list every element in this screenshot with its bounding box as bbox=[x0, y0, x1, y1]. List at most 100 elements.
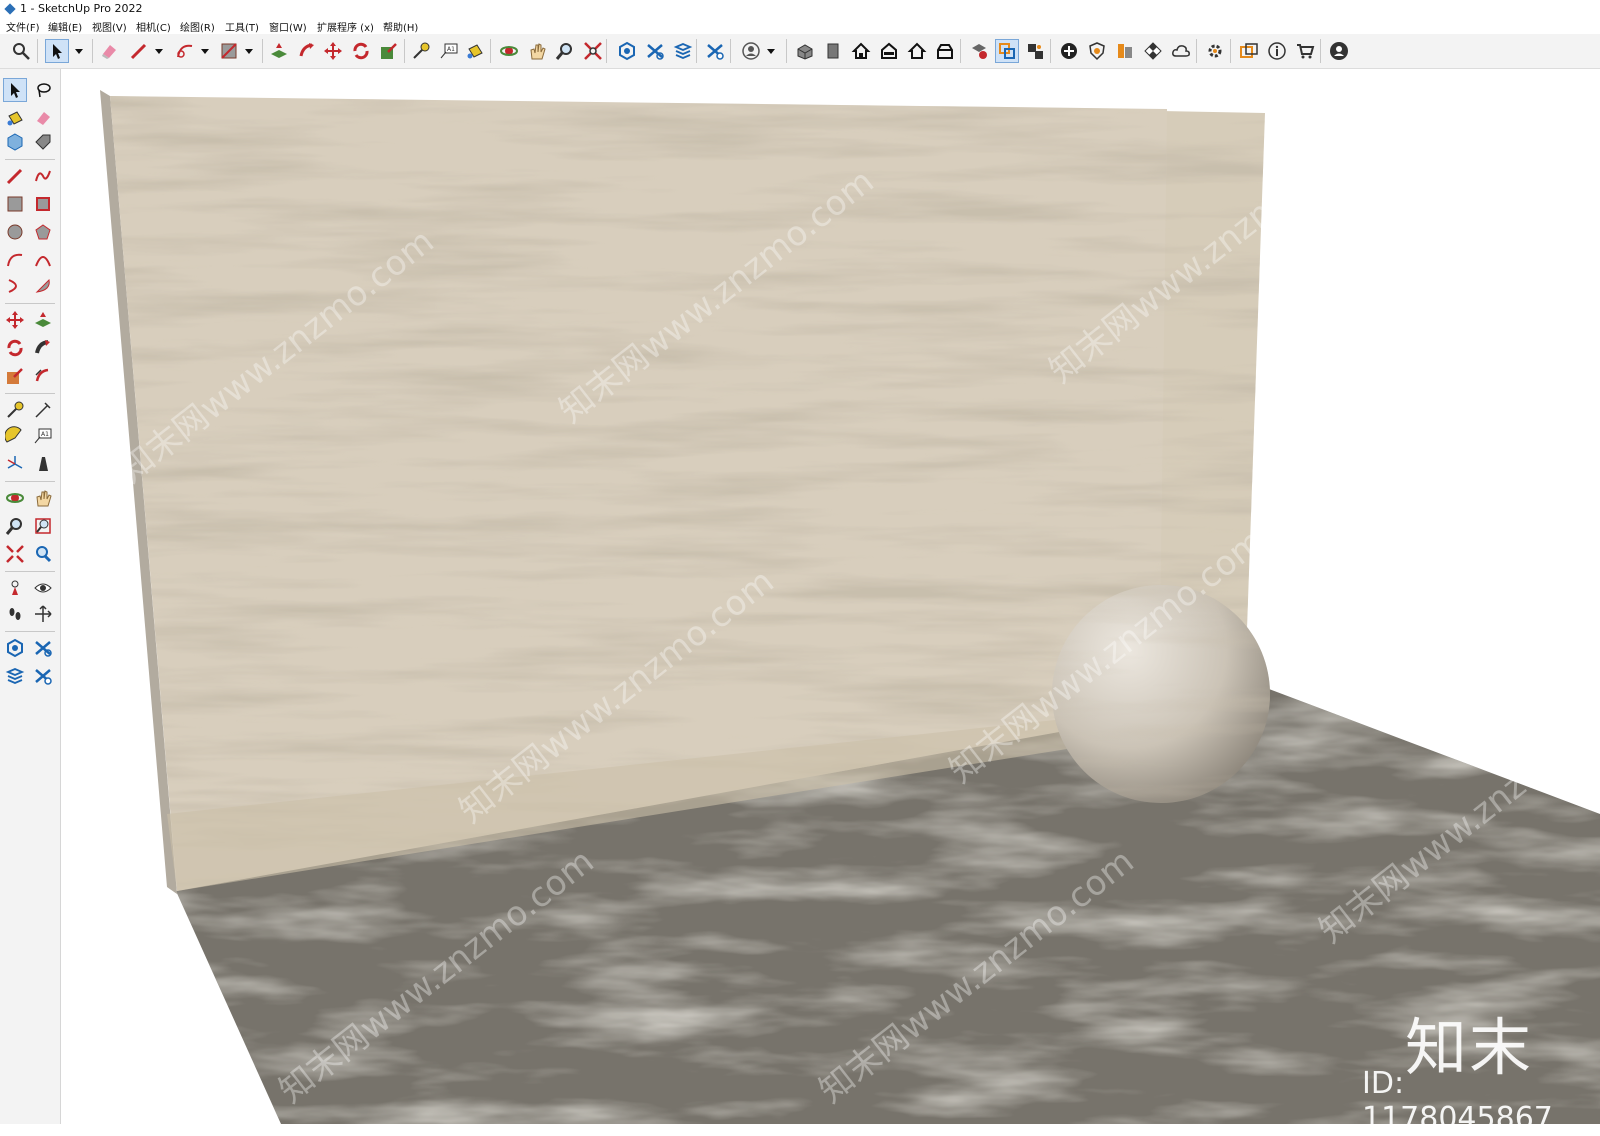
axes-icon[interactable] bbox=[4, 453, 26, 475]
model-viewport[interactable]: 知末网www.znzmo.com 知末网www.znzmo.com 知末网www… bbox=[61, 69, 1600, 1124]
pan-hand-icon[interactable] bbox=[32, 487, 54, 509]
arc-icon[interactable] bbox=[174, 40, 196, 62]
left-toolbar: A1 bbox=[0, 69, 61, 1124]
cloud-upload-icon[interactable] bbox=[1170, 40, 1192, 62]
profile-avatar-icon[interactable] bbox=[1328, 40, 1350, 62]
3d-text-icon[interactable] bbox=[32, 453, 54, 475]
lasso-select-icon[interactable] bbox=[32, 79, 54, 101]
text-tool-icon[interactable]: A1 bbox=[32, 425, 54, 447]
extension-warehouse-icon[interactable] bbox=[32, 637, 54, 659]
pencil-line-icon[interactable] bbox=[128, 40, 150, 62]
menu-window[interactable]: 窗口(W) bbox=[269, 19, 307, 34]
extension-manager-icon[interactable] bbox=[32, 665, 54, 687]
freehand-icon[interactable] bbox=[32, 165, 54, 187]
section-plane-icon[interactable] bbox=[32, 603, 54, 625]
right-view-icon[interactable] bbox=[878, 40, 900, 62]
tape-measure-icon[interactable] bbox=[4, 399, 26, 421]
eraser-icon[interactable] bbox=[98, 40, 120, 62]
add-plus-icon[interactable] bbox=[1058, 40, 1080, 62]
rotated-rectangle-icon[interactable] bbox=[32, 193, 54, 215]
info-icon[interactable] bbox=[1266, 40, 1288, 62]
pan-hand-icon[interactable] bbox=[526, 40, 548, 62]
section-plane-icon[interactable] bbox=[995, 39, 1019, 63]
offset-icon[interactable] bbox=[32, 365, 54, 387]
line-tool-icon[interactable] bbox=[4, 165, 26, 187]
zoom-extents-icon[interactable] bbox=[582, 40, 604, 62]
select-dropdown-chevron-icon[interactable] bbox=[68, 40, 90, 62]
top-view-icon[interactable] bbox=[822, 40, 844, 62]
shield-icon[interactable] bbox=[1086, 40, 1108, 62]
eraser-icon[interactable] bbox=[32, 107, 54, 129]
pie-icon[interactable] bbox=[32, 275, 54, 297]
menu-help[interactable]: 帮助(H) bbox=[383, 19, 418, 34]
circle-icon[interactable] bbox=[4, 221, 26, 243]
orbit-icon[interactable] bbox=[4, 487, 26, 509]
rectangle-icon[interactable] bbox=[218, 40, 240, 62]
make-component-icon[interactable] bbox=[4, 131, 26, 153]
dimension-icon[interactable] bbox=[32, 399, 54, 421]
polygon-icon[interactable] bbox=[32, 221, 54, 243]
shape-dropdown-chevron-icon[interactable] bbox=[238, 40, 260, 62]
zoom-extents-icon[interactable] bbox=[4, 543, 26, 565]
settings-gear-icon[interactable] bbox=[1204, 40, 1226, 62]
scenes-icon[interactable] bbox=[1238, 40, 1260, 62]
account-dropdown-chevron-icon[interactable] bbox=[760, 40, 782, 62]
back-view-house-icon[interactable] bbox=[906, 40, 928, 62]
3d-warehouse-icon[interactable] bbox=[4, 637, 26, 659]
cart-icon[interactable] bbox=[1294, 40, 1316, 62]
menu-tools[interactable]: 工具(T) bbox=[225, 19, 259, 34]
tag-icon[interactable] bbox=[32, 131, 54, 153]
menu-edit[interactable]: 编辑(E) bbox=[48, 19, 82, 34]
scale-icon[interactable] bbox=[4, 365, 26, 387]
zoom-window-icon[interactable] bbox=[32, 515, 54, 537]
rotate-icon[interactable] bbox=[4, 337, 26, 359]
paint-bucket-icon[interactable] bbox=[464, 40, 486, 62]
menu-extensions[interactable]: 扩展程序 (x) bbox=[317, 19, 374, 34]
select-tool-button[interactable] bbox=[45, 39, 69, 63]
select-arrow-icon[interactable] bbox=[3, 78, 27, 102]
menu-camera[interactable]: 相机(C) bbox=[136, 19, 171, 34]
menu-file[interactable]: 文件(F) bbox=[6, 19, 40, 34]
extension-warehouse-icon[interactable] bbox=[644, 40, 666, 62]
line-dropdown-chevron-icon[interactable] bbox=[148, 40, 170, 62]
model-info-icon[interactable] bbox=[968, 40, 990, 62]
move-icon[interactable] bbox=[322, 40, 344, 62]
scale-icon[interactable] bbox=[378, 40, 400, 62]
rectangle-icon[interactable] bbox=[4, 193, 26, 215]
menu-view[interactable]: 视图(V) bbox=[92, 19, 127, 34]
move-icon[interactable] bbox=[4, 309, 26, 331]
arc-icon[interactable] bbox=[4, 249, 26, 271]
iso-view-icon[interactable] bbox=[794, 40, 816, 62]
account-user-icon[interactable] bbox=[740, 40, 762, 62]
follow-me-icon[interactable] bbox=[296, 40, 318, 62]
three-point-arc-icon[interactable] bbox=[4, 275, 26, 297]
follow-me-icon[interactable] bbox=[32, 337, 54, 359]
front-view-house-icon[interactable] bbox=[850, 40, 872, 62]
zoom-icon[interactable] bbox=[4, 515, 26, 537]
left-view-icon[interactable] bbox=[934, 40, 956, 62]
components-icon[interactable] bbox=[1024, 40, 1046, 62]
extension-manager-icon[interactable] bbox=[704, 40, 726, 62]
tape-measure-icon[interactable] bbox=[410, 40, 432, 62]
previous-view-icon[interactable] bbox=[32, 543, 54, 565]
menu-draw[interactable]: 绘图(R) bbox=[180, 19, 215, 34]
walk-footprints-icon[interactable] bbox=[4, 603, 26, 625]
text-tool-icon[interactable]: A1 bbox=[438, 40, 460, 62]
protractor-icon[interactable] bbox=[4, 425, 26, 447]
two-point-arc-icon[interactable] bbox=[32, 249, 54, 271]
zoom-icon[interactable] bbox=[554, 40, 576, 62]
orbit-icon[interactable] bbox=[498, 40, 520, 62]
arc-dropdown-chevron-icon[interactable] bbox=[194, 40, 216, 62]
paint-bucket-icon[interactable] bbox=[4, 107, 26, 129]
layout-stack-icon[interactable] bbox=[4, 665, 26, 687]
materials-icon[interactable] bbox=[1114, 40, 1136, 62]
zoom-search-icon[interactable] bbox=[10, 40, 32, 62]
look-around-eye-icon[interactable] bbox=[32, 577, 54, 599]
push-pull-icon[interactable] bbox=[268, 40, 290, 62]
rotate-icon[interactable] bbox=[350, 40, 372, 62]
position-camera-icon[interactable] bbox=[4, 577, 26, 599]
layout-stack-icon[interactable] bbox=[672, 40, 694, 62]
3d-warehouse-icon[interactable] bbox=[616, 40, 638, 62]
push-pull-icon[interactable] bbox=[32, 309, 54, 331]
checker-pattern-icon[interactable] bbox=[1142, 40, 1164, 62]
